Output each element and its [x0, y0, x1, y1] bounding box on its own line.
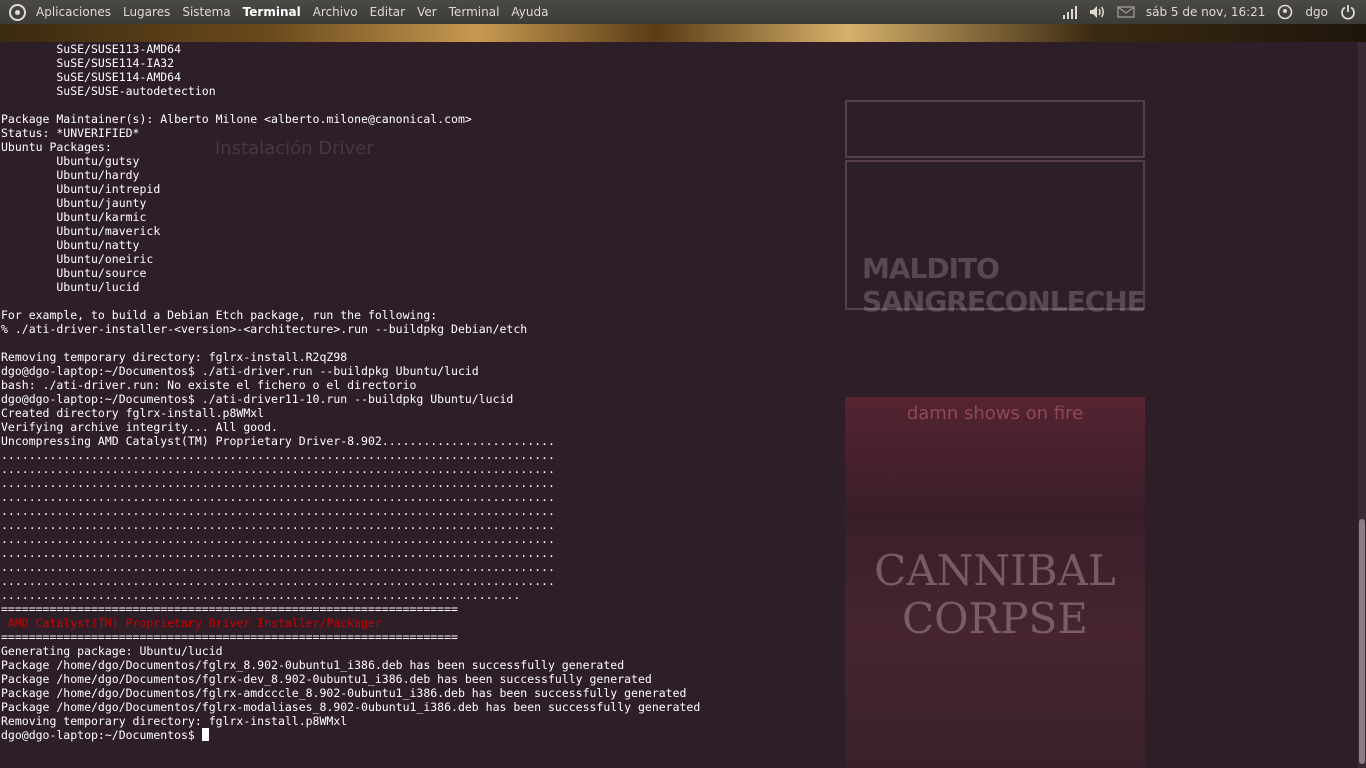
terminal-line: Ubuntu/intrepid: [1, 182, 161, 196]
terminal-line: ........................................…: [1, 462, 555, 476]
volume-icon[interactable]: [1084, 0, 1112, 24]
menu-ver[interactable]: Ver: [411, 0, 443, 24]
terminal-line: Ubuntu/lucid: [1, 280, 140, 294]
terminal-line: Package Maintainer(s): Alberto Milone <a…: [1, 112, 472, 126]
background-poster-title: damn shows on fire: [906, 403, 1084, 424]
envelope-icon[interactable]: [1112, 0, 1140, 24]
terminal-line: ........................................…: [1, 518, 555, 532]
terminal-line: For example, to build a Debian Etch pack…: [1, 308, 438, 322]
terminal-prompt: dgo@dgo-laptop:~/Documentos$: [1, 728, 202, 742]
terminal-line: ........................................…: [1, 532, 555, 546]
menu-editar[interactable]: Editar: [364, 0, 412, 24]
terminal-line: Ubuntu/gutsy: [1, 154, 140, 168]
terminal-line: ========================================…: [1, 630, 458, 644]
terminal-line: bash: ./ati-driver.run: No existe el fic…: [1, 378, 417, 392]
terminal-line: Package /home/dgo/Documentos/fglrx_8.902…: [1, 658, 625, 672]
terminal-line: Ubuntu/source: [1, 266, 147, 280]
terminal-line: Removing temporary directory: fglrx-inst…: [1, 350, 348, 364]
menu-archivo[interactable]: Archivo: [307, 0, 364, 24]
desktop-wallpaper: [0, 24, 1366, 42]
terminal-line: Uncompressing AMD Catalyst(TM) Proprieta…: [1, 434, 555, 448]
terminal-line: Ubuntu/maverick: [1, 224, 161, 238]
background-logo-line1: MALDITO: [862, 252, 1000, 285]
installer-title: AMD Catalyst(TM) Proprietary Driver Inst…: [1, 616, 382, 630]
background-sidebar-box-top: [845, 100, 1145, 158]
background-logo: MALDITO SANGRECONLECHE: [862, 252, 1146, 318]
user-icon[interactable]: [1271, 0, 1299, 24]
terminal-line: Package /home/dgo/Documentos/fglrx-amdcc…: [1, 686, 687, 700]
terminal-line: Removing temporary directory: fglrx-inst…: [1, 714, 348, 728]
background-poster-band: CANNIBAL CORPSE: [855, 547, 1135, 643]
terminal-line: dgo@dgo-laptop:~/Documentos$ ./ati-drive…: [1, 364, 479, 378]
terminal-line: ........................................…: [1, 476, 555, 490]
indicator-area: sáb 5 de nov, 16:21 dgo: [1056, 0, 1366, 24]
signal-bars-icon[interactable]: [1056, 0, 1084, 24]
terminal-line: Generating package: Ubuntu/lucid: [1, 644, 223, 658]
ubuntu-logo-icon[interactable]: [9, 3, 26, 21]
terminal-line: ........................................…: [1, 448, 555, 462]
terminal-line: SuSE/SUSE114-IA32: [1, 56, 175, 70]
terminal-line: Ubuntu/oneiric: [1, 252, 154, 266]
terminal-line: Verifying archive integrity... All good.: [1, 420, 278, 434]
terminal-line: Ubuntu/jaunty: [1, 196, 147, 210]
terminal-line: SuSE/SUSE-autodetection: [1, 84, 216, 98]
terminal-line: SuSE/SUSE113-AMD64: [1, 42, 182, 56]
terminal-line: Ubuntu/natty: [1, 238, 140, 252]
terminal-line: ........................................…: [1, 504, 555, 518]
terminal-line: Package /home/dgo/Documentos/fglrx-modal…: [1, 700, 701, 714]
app-name: Terminal: [242, 5, 301, 19]
menu-terminal[interactable]: Terminal: [443, 0, 506, 24]
background-poster-band-line1: CANNIBAL: [874, 546, 1116, 595]
background-logo-line2: SANGRECONLECHE: [862, 285, 1146, 318]
terminal-line: ========================================…: [1, 602, 458, 616]
clock[interactable]: sáb 5 de nov, 16:21: [1140, 0, 1272, 24]
menu-aplicaciones[interactable]: Aplicaciones: [30, 0, 117, 24]
terminal-output[interactable]: SuSE/SUSE113-AMD64 SuSE/SUSE114-IA32 SuS…: [1, 42, 700, 742]
menu-sistema[interactable]: Sistema: [176, 0, 236, 24]
menu-ayuda[interactable]: Ayuda: [505, 0, 554, 24]
terminal-line: Ubuntu Packages:: [1, 140, 112, 154]
scrollbar-thumb[interactable]: [1359, 519, 1365, 764]
terminal-scrollbar[interactable]: [1358, 42, 1366, 768]
text-cursor[interactable]: [201, 728, 209, 741]
terminal-line: % ./ati-driver-installer-<version>-<arch…: [1, 322, 528, 336]
power-icon[interactable]: [1334, 0, 1362, 24]
terminal-line: ........................................…: [1, 490, 555, 504]
menu-lugares[interactable]: Lugares: [117, 0, 176, 24]
terminal-line: ........................................…: [1, 588, 521, 602]
background-poster-band-line2: CORPSE: [902, 594, 1088, 643]
terminal-line: ........................................…: [1, 574, 555, 588]
terminal-line: ........................................…: [1, 560, 555, 574]
top-panel: Aplicaciones Lugares Sistema Terminal Ar…: [0, 0, 1366, 24]
terminal-line: Package /home/dgo/Documentos/fglrx-dev_8…: [1, 672, 652, 686]
terminal-line: ........................................…: [1, 546, 555, 560]
terminal-line: Status: *UNVERIFIED*: [1, 126, 140, 140]
terminal-line: dgo@dgo-laptop:~/Documentos$ ./ati-drive…: [1, 392, 514, 406]
terminal-window[interactable]: Instalación Driver MALDITO SANGRECONLECH…: [0, 42, 1366, 768]
terminal-line: SuSE/SUSE114-AMD64: [1, 70, 182, 84]
terminal-line: Ubuntu/hardy: [1, 168, 140, 182]
user-name[interactable]: dgo: [1299, 0, 1334, 24]
terminal-line: Created directory fglrx-install.p8WMxl: [1, 406, 265, 420]
terminal-line: Ubuntu/karmic: [1, 210, 147, 224]
